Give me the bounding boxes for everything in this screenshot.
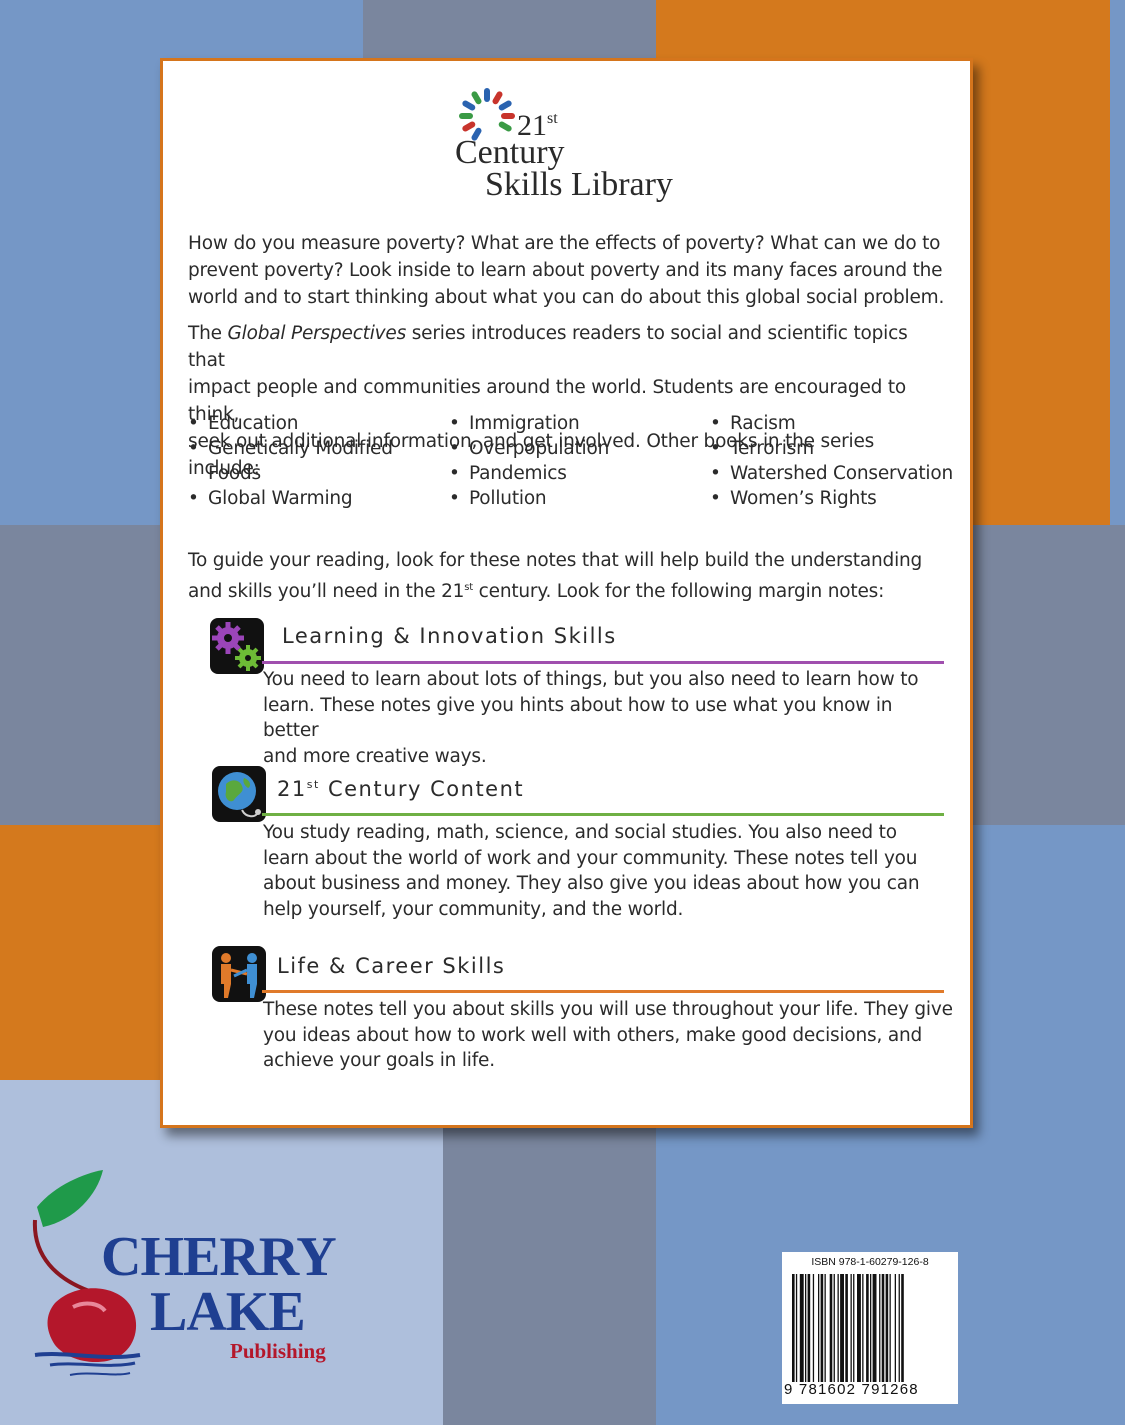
book-item: Global Warming bbox=[188, 486, 393, 511]
book-item: Immigration bbox=[449, 411, 609, 436]
note-divider-green bbox=[262, 813, 944, 816]
book-item: Pollution bbox=[449, 486, 609, 511]
barcode-bar bbox=[850, 1274, 852, 1382]
note-divider-orange bbox=[262, 990, 944, 993]
bg-block-slate-bottom-mid bbox=[443, 1080, 656, 1425]
barcode-bar bbox=[812, 1274, 815, 1382]
note-divider-purple bbox=[262, 661, 944, 664]
barcode-bar bbox=[795, 1274, 798, 1382]
barcode-bar bbox=[845, 1274, 848, 1382]
barcode-bar bbox=[824, 1274, 826, 1382]
series-name: Global Perspectives bbox=[227, 323, 407, 344]
barcode-bar bbox=[885, 1274, 889, 1382]
barcode-graphic bbox=[792, 1274, 904, 1382]
bg-block-blue-edge-top bbox=[1110, 0, 1125, 525]
series-line: The Global Perspectives series introduce… bbox=[188, 323, 908, 371]
note-line-text: achieve your goals in life. bbox=[263, 1050, 495, 1071]
globe-icon bbox=[212, 766, 266, 822]
note-line-text: You study reading, math, science, and so… bbox=[263, 822, 897, 843]
barcode-bar bbox=[829, 1274, 833, 1382]
note-line-text: about business and money. They also give… bbox=[263, 873, 920, 894]
publisher-name-line2: LAKE bbox=[150, 1281, 306, 1343]
book-item: Watershed Conservation bbox=[710, 461, 953, 486]
handshake-icon bbox=[212, 946, 266, 1002]
book-list: Education Genetically ModifiedFoods Glob… bbox=[188, 411, 958, 521]
note-title-content: 21st Century Content bbox=[277, 777, 525, 801]
note-line-text: learn. These notes give you hints about … bbox=[263, 694, 893, 742]
barcode-bar bbox=[901, 1274, 904, 1382]
isbn-barcode: ISBN 978-1-60279-126-8 9 781602 791268 bbox=[782, 1252, 958, 1404]
barcode-bar bbox=[872, 1274, 877, 1382]
intro-line: world and to start thinking about what y… bbox=[188, 287, 945, 308]
book-item: Women’s Rights bbox=[710, 486, 953, 511]
barcode-bar bbox=[807, 1274, 811, 1382]
barcode-bar bbox=[898, 1274, 900, 1382]
barcode-bar bbox=[833, 1274, 835, 1382]
logo-line-3: Skills Library bbox=[485, 166, 673, 203]
book-item: Pandemics bbox=[449, 461, 609, 486]
book-list-column-3: Racism Terrorism Watershed Conservation … bbox=[710, 411, 953, 511]
barcode-bar bbox=[818, 1274, 820, 1382]
bg-block-slate-top bbox=[363, 0, 656, 58]
barcode-bar bbox=[879, 1274, 881, 1382]
intro-paragraph: How do you measure poverty? What are the… bbox=[188, 230, 948, 311]
note-title-life: Life & Career Skills bbox=[277, 954, 506, 978]
barcode-bar bbox=[857, 1274, 861, 1382]
publisher-logo: CHERRY LAKE Publishing bbox=[15, 1165, 355, 1395]
note-line-text: and more creative ways. bbox=[263, 745, 487, 767]
book-item: Terrorism bbox=[710, 436, 953, 461]
book-item: Overpopulation bbox=[449, 436, 609, 461]
book-list-column-1: Education Genetically ModifiedFoods Glob… bbox=[188, 411, 393, 511]
note-line-text: help yourself, your community, and the w… bbox=[263, 898, 684, 920]
barcode-bar bbox=[820, 1274, 824, 1382]
barcode-bar bbox=[870, 1274, 872, 1382]
barcode-bar bbox=[862, 1274, 864, 1382]
isbn-label: ISBN 978-1-60279-126-8 bbox=[811, 1256, 929, 1268]
book-item: Racism bbox=[710, 411, 953, 436]
barcode-bar bbox=[894, 1274, 896, 1382]
guide-line: To guide your reading, look for these no… bbox=[188, 550, 923, 571]
barcode-bar bbox=[866, 1274, 869, 1382]
barcode-bar bbox=[792, 1274, 795, 1382]
note-title-learning: Learning & Innovation Skills bbox=[282, 624, 617, 648]
barcode-bar bbox=[853, 1274, 855, 1382]
book-item: Genetically ModifiedFoods bbox=[188, 436, 393, 486]
guide-paragraph: To guide your reading, look for these no… bbox=[188, 547, 948, 605]
note-line-text: These notes tell you about skills you wi… bbox=[263, 999, 953, 1020]
barcode-bar bbox=[837, 1274, 839, 1382]
note-body-life: These notes tell you about skills you wi… bbox=[263, 997, 953, 1074]
publisher-name-line3: Publishing bbox=[230, 1339, 326, 1363]
intro-line: prevent poverty? Look inside to learn ab… bbox=[188, 260, 943, 281]
barcode-bar bbox=[889, 1274, 891, 1382]
note-line-text: You need to learn about lots of things, … bbox=[263, 669, 919, 690]
guide-line: and skills you’ll need in the 21st centu… bbox=[188, 581, 885, 603]
book-item: Education bbox=[188, 411, 393, 436]
barcode-bar bbox=[805, 1274, 807, 1382]
barcode-bar bbox=[799, 1274, 804, 1382]
intro-line: How do you measure poverty? What are the… bbox=[188, 233, 941, 254]
isbn-digits: 9 781602 791268 bbox=[784, 1381, 919, 1398]
series-logo: 21st Century Skills Library bbox=[455, 82, 715, 212]
book-list-column-2: Immigration Overpopulation Pandemics Pol… bbox=[449, 411, 609, 511]
note-line-text: you ideas about how to work well with ot… bbox=[263, 1024, 923, 1046]
barcode-bar bbox=[881, 1274, 885, 1382]
note-body-content: You study reading, math, science, and so… bbox=[263, 820, 953, 922]
gears-icon bbox=[210, 618, 264, 674]
note-body-learning: You need to learn about lots of things, … bbox=[263, 667, 953, 769]
note-line-text: learn about the world of work and your c… bbox=[263, 847, 918, 869]
barcode-bar bbox=[840, 1274, 844, 1382]
